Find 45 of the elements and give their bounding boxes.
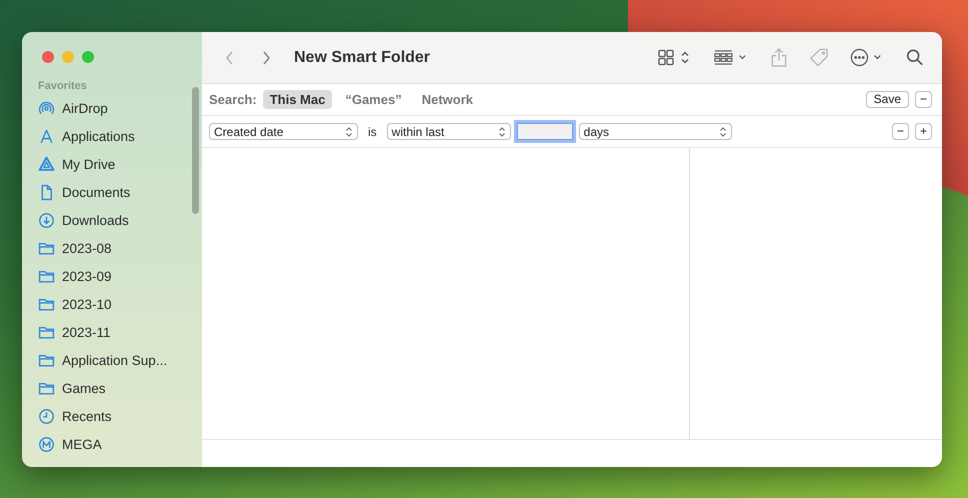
- sidebar-item[interactable]: Documents: [38, 178, 202, 206]
- sidebar-item[interactable]: 2023-11: [38, 318, 202, 346]
- attribute-dropdown[interactable]: Created date: [209, 123, 358, 140]
- unit-dropdown[interactable]: days: [578, 123, 732, 140]
- sidebar-item[interactable]: My Drive: [38, 150, 202, 178]
- sidebar-item[interactable]: Application Sup...: [38, 346, 202, 374]
- sidebar-item[interactable]: Recents: [38, 402, 202, 430]
- sidebar-item[interactable]: Applications: [38, 122, 202, 150]
- scope-tab[interactable]: Network: [414, 90, 480, 109]
- sidebar-item[interactable]: MEGA: [38, 430, 202, 458]
- share-icon[interactable]: [770, 48, 788, 67]
- search-icon[interactable]: [906, 48, 924, 67]
- sidebar-item[interactable]: AirDrop: [38, 94, 202, 122]
- minimize-button[interactable]: [62, 51, 74, 63]
- save-button[interactable]: Save: [866, 91, 909, 108]
- scope-tab[interactable]: This Mac: [262, 90, 332, 109]
- sidebar-item[interactable]: 2023-09: [38, 262, 202, 290]
- add-button[interactable]: +: [915, 123, 932, 140]
- remove-button[interactable]: −: [892, 123, 909, 140]
- operator-dropdown[interactable]: within last: [386, 123, 511, 140]
- chevron-icon: [498, 126, 506, 138]
- window-title: New Smart Folder: [294, 48, 430, 66]
- mega-icon: [38, 436, 55, 452]
- sidebar-item[interactable]: Downloads: [38, 206, 202, 234]
- is-label: is: [368, 124, 377, 138]
- app-store-icon: [38, 128, 55, 144]
- tag-icon[interactable]: [810, 48, 828, 67]
- search-label: Search:: [209, 92, 257, 107]
- chevron-icon: [345, 126, 353, 138]
- zoom-button[interactable]: [82, 51, 94, 63]
- sidebar-item[interactable]: Games: [38, 374, 202, 402]
- clock-icon: [38, 408, 55, 424]
- group-icon[interactable]: [714, 48, 748, 67]
- scope-tab[interactable]: “Games”: [338, 90, 409, 109]
- chevron-icon: [718, 126, 727, 138]
- sidebar-item[interactable]: 2023-08: [38, 234, 202, 262]
- sidebar-item[interactable]: 2023-10: [38, 290, 202, 318]
- remove-button[interactable]: −: [915, 91, 932, 108]
- scrollbar[interactable]: [192, 87, 199, 214]
- sidebar-heading: Favorites: [38, 80, 88, 92]
- close-button[interactable]: [42, 51, 54, 63]
- download-icon: [38, 212, 55, 228]
- airdrop-icon: [38, 100, 55, 116]
- drive-icon: [38, 156, 55, 172]
- value-field[interactable]: [516, 123, 573, 140]
